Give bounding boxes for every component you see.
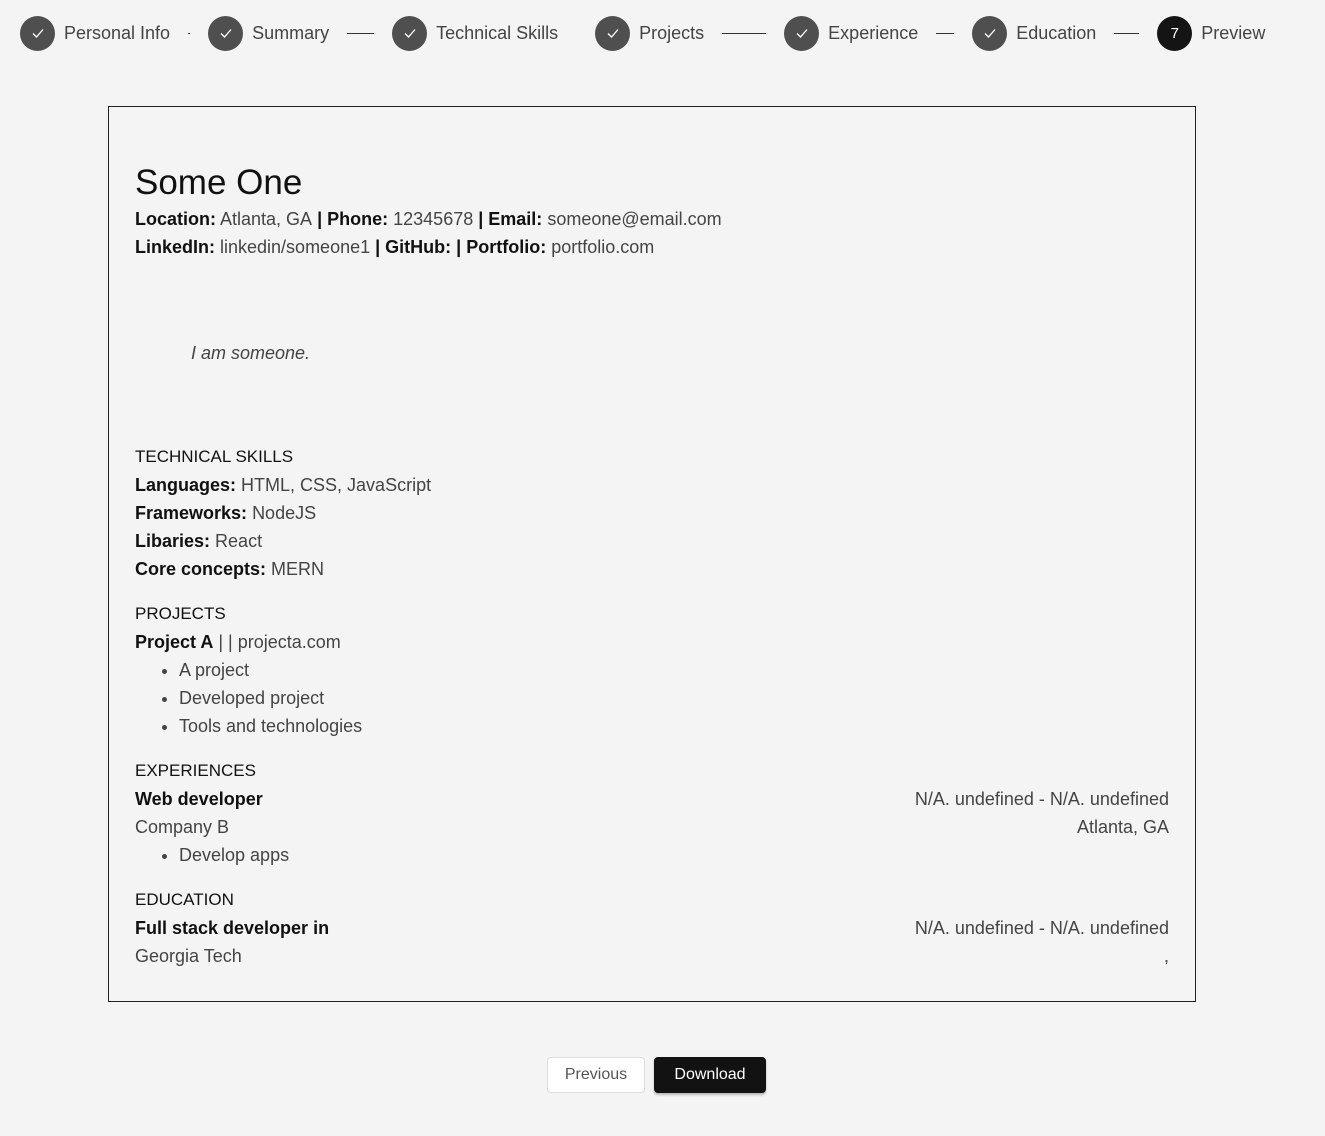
experience-location: Atlanta, GA — [1076, 817, 1169, 837]
skills-label: Frameworks: — [135, 503, 248, 523]
check-icon — [972, 15, 1008, 51]
location-label: Location: — [135, 209, 216, 229]
contact-line-2: LinkedIn: linkedin/someone1 | GitHub: | … — [135, 233, 1169, 261]
education-school: Georgia Tech — [135, 946, 242, 966]
separator: | — [473, 209, 489, 229]
check-icon — [208, 15, 244, 51]
check-icon — [595, 15, 631, 51]
phone-label: Phone: — [327, 209, 389, 229]
resume-name: Some One — [135, 163, 303, 202]
experience-company: Company B — [135, 817, 230, 837]
step-summary[interactable]: Summary — [208, 15, 330, 51]
education-location: , — [1163, 946, 1169, 966]
step-label: Personal Info — [64, 22, 171, 43]
project-link: projecta.com — [237, 632, 341, 652]
experience-row-1: Web developer N/A. undefined - N/A. unde… — [135, 785, 1169, 813]
summary-text: I am someone. — [191, 343, 311, 363]
technical-skills-section: TECHNICAL SKILLS Languages: HTML, CSS, J… — [135, 443, 1169, 583]
github-label: GitHub: — [385, 237, 452, 257]
separator: | | — [213, 632, 238, 652]
projects-section: PROJECTS Project A | | projecta.com A pr… — [135, 600, 1169, 740]
separator: | — [370, 237, 386, 257]
education-degree: Full stack developer in — [135, 918, 330, 938]
step-label: Education — [1016, 22, 1097, 43]
list-item: Develop apps — [179, 841, 1169, 869]
step-connector — [188, 32, 191, 34]
experience-dates: N/A. undefined - N/A. undefined — [914, 789, 1169, 809]
skills-value: MERN — [271, 559, 325, 579]
phone-value: 12345678 — [393, 209, 474, 229]
step-label: Technical Skills — [436, 22, 559, 43]
step-connector — [1114, 32, 1140, 34]
skills-core-concepts: Core concepts: MERN — [135, 555, 1169, 583]
resume-preview: Some One Location: Atlanta, GA | Phone: … — [108, 106, 1196, 1002]
step-education[interactable]: Education — [972, 15, 1097, 51]
step-number: 7 — [1170, 24, 1179, 42]
step-label: Summary — [252, 22, 330, 43]
project-bullets: A project Developed project Tools and te… — [135, 656, 1169, 740]
skills-label: Core concepts: — [135, 559, 267, 579]
step-projects[interactable]: Projects — [595, 15, 705, 51]
education-row-2: Georgia Tech , — [135, 942, 1169, 970]
step-connector — [722, 32, 767, 34]
skills-languages: Languages: HTML, CSS, JavaScript — [135, 471, 1169, 499]
linkedin-value: linkedin/someone1 — [220, 237, 371, 257]
section-title: PROJECTS — [135, 604, 226, 623]
portfolio-label: Portfolio: — [466, 237, 547, 257]
step-connector — [936, 32, 955, 34]
step-connector — [576, 33, 577, 34]
skills-frameworks: Frameworks: NodeJS — [135, 499, 1169, 527]
education-row-1: Full stack developer in N/A. undefined -… — [135, 914, 1169, 942]
education-section: EDUCATION Full stack developer in N/A. u… — [135, 886, 1169, 970]
step-number-badge: 7 — [1157, 15, 1193, 51]
step-experience[interactable]: Experience — [784, 15, 919, 51]
skills-label: Libaries: — [135, 531, 211, 551]
download-button[interactable]: Download — [654, 1057, 766, 1093]
experience-role: Web developer — [135, 789, 263, 809]
email-value: someone@email.com — [547, 209, 722, 229]
location-value: Atlanta, GA — [220, 209, 313, 229]
linkedin-label: LinkedIn: — [135, 237, 215, 257]
skills-value: NodeJS — [252, 503, 317, 523]
experience-bullets: Develop apps — [135, 841, 1169, 869]
section-title: EXPERIENCES — [135, 761, 256, 780]
skills-value: HTML, CSS, JavaScript — [241, 475, 432, 495]
section-title: TECHNICAL SKILLS — [135, 447, 294, 466]
step-personal-info[interactable]: Personal Info — [20, 15, 171, 51]
step-connector — [347, 32, 375, 34]
education-dates: N/A. undefined - N/A. undefined — [914, 918, 1169, 938]
skills-value: React — [215, 531, 263, 551]
skills-libraries: Libaries: React — [135, 527, 1169, 555]
experiences-section: EXPERIENCES Web developer N/A. undefined… — [135, 757, 1169, 869]
email-label: Email: — [488, 209, 543, 229]
list-item: A project — [179, 656, 1169, 684]
section-title: EDUCATION — [135, 890, 234, 909]
project-name: Project A — [135, 632, 214, 652]
check-icon — [392, 15, 428, 51]
action-buttons: Previous Download — [547, 1057, 766, 1093]
project-header: Project A | | projecta.com — [135, 628, 1169, 656]
experience-row-2: Company B Atlanta, GA — [135, 813, 1169, 841]
progress-stepper: Personal Info Summary Technical Skills P… — [20, 15, 1265, 51]
separator: | — [312, 209, 328, 229]
list-item: Tools and technologies — [179, 712, 1169, 740]
step-label: Projects — [639, 22, 705, 43]
skills-label: Languages: — [135, 475, 237, 495]
step-technical-skills[interactable]: Technical Skills — [392, 15, 559, 51]
step-preview[interactable]: 7 Preview — [1157, 15, 1266, 51]
step-label: Preview — [1201, 22, 1266, 43]
check-icon — [20, 15, 55, 51]
list-item: Developed project — [179, 684, 1169, 712]
portfolio-value: portfolio.com — [551, 237, 655, 257]
step-label: Experience — [828, 22, 919, 43]
check-icon — [784, 15, 820, 51]
separator: | — [451, 237, 467, 257]
previous-button[interactable]: Previous — [547, 1057, 645, 1093]
contact-line-1: Location: Atlanta, GA | Phone: 12345678 … — [135, 205, 1169, 233]
